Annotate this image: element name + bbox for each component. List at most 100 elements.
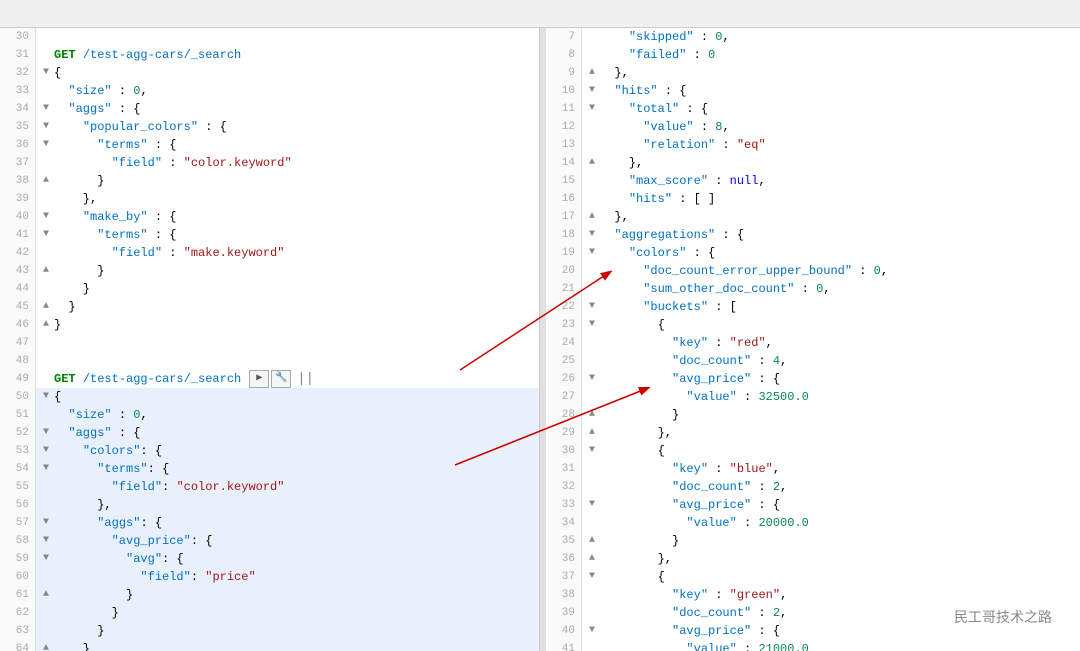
line-number: 36 xyxy=(0,136,36,154)
line-content: }, xyxy=(598,208,1080,226)
line-toggle[interactable]: ▼ xyxy=(586,622,598,640)
line-toggle[interactable]: ▼ xyxy=(40,100,52,118)
code-line: 64▲ } xyxy=(0,640,539,651)
line-toggle[interactable]: ▼ xyxy=(40,532,52,550)
line-toggle[interactable]: ▼ xyxy=(586,82,598,100)
line-number: 64 xyxy=(0,640,36,651)
code-line: 58▼ "avg_price": { xyxy=(0,532,539,550)
line-toggle[interactable]: ▼ xyxy=(586,568,598,586)
line-toggle[interactable]: ▼ xyxy=(586,442,598,460)
line-content: "avg": { xyxy=(52,550,539,568)
line-toggle[interactable]: ▲ xyxy=(40,298,52,316)
line-number: 40 xyxy=(546,622,582,640)
line-toggle[interactable]: ▲ xyxy=(586,64,598,82)
line-number: 18 xyxy=(546,226,582,244)
line-toggle[interactable]: ▲ xyxy=(40,172,52,190)
line-content: "size" : 0, xyxy=(52,406,539,424)
line-toggle[interactable]: ▼ xyxy=(40,208,52,226)
line-content: } xyxy=(52,262,539,280)
line-number: 28 xyxy=(546,406,582,424)
code-line: 47 xyxy=(0,334,539,352)
line-number: 22 xyxy=(546,298,582,316)
line-toggle[interactable]: ▼ xyxy=(586,496,598,514)
line-number: 25 xyxy=(546,352,582,370)
line-toggle[interactable]: ▼ xyxy=(586,370,598,388)
line-number: 16 xyxy=(546,190,582,208)
menu-settings[interactable] xyxy=(24,12,40,16)
line-toggle[interactable]: ▲ xyxy=(40,640,52,651)
code-line: 35▼ "popular_colors" : { xyxy=(0,118,539,136)
line-toggle[interactable]: ▼ xyxy=(40,442,52,460)
line-number: 29 xyxy=(546,424,582,442)
line-toggle[interactable]: ▲ xyxy=(586,550,598,568)
line-toggle[interactable]: ▼ xyxy=(40,424,52,442)
line-number: 17 xyxy=(546,208,582,226)
code-line: 33 "size" : 0, xyxy=(0,82,539,100)
code-line: 19▼ "colors" : { xyxy=(546,244,1080,262)
line-toggle[interactable]: ▲ xyxy=(586,208,598,226)
line-toggle[interactable]: ▲ xyxy=(586,424,598,442)
line-toggle[interactable]: ▼ xyxy=(586,100,598,118)
line-number: 35 xyxy=(546,532,582,550)
line-toggle[interactable]: ▼ xyxy=(40,388,52,406)
line-toggle[interactable]: ▼ xyxy=(40,118,52,136)
line-content: GET /test-agg-cars/_search xyxy=(52,46,539,64)
line-toggle[interactable]: ▼ xyxy=(586,316,598,334)
code-line: 53▼ "colors": { xyxy=(0,442,539,460)
line-toggle[interactable]: ▲ xyxy=(586,406,598,424)
line-content: } xyxy=(52,622,539,640)
line-content: } xyxy=(52,586,539,604)
code-line: 44 } xyxy=(0,280,539,298)
menu-history[interactable] xyxy=(8,12,24,16)
code-line: 43▲ } xyxy=(0,262,539,280)
line-toggle[interactable]: ▲ xyxy=(40,262,52,280)
code-line: 25 "doc_count" : 4, xyxy=(546,352,1080,370)
line-number: 19 xyxy=(546,244,582,262)
run-button[interactable]: ▶ xyxy=(249,370,269,388)
menu-help[interactable] xyxy=(40,12,56,16)
left-panel[interactable]: 3031GET /test-agg-cars/_search32▼{33 "si… xyxy=(0,28,540,651)
line-number: 37 xyxy=(546,568,582,586)
line-content: } xyxy=(52,604,539,622)
code-line: 49GET /test-agg-cars/_search▶🔧|| xyxy=(0,370,539,388)
line-toggle[interactable]: ▼ xyxy=(586,298,598,316)
right-panel[interactable]: 7 "skipped" : 0,8 "failed" : 09▲ },10▼ "… xyxy=(546,28,1080,651)
code-line: 63 } xyxy=(0,622,539,640)
wrench-button[interactable]: 🔧 xyxy=(271,370,291,388)
line-number: 13 xyxy=(546,136,582,154)
line-toggle[interactable]: ▼ xyxy=(586,226,598,244)
line-number: 31 xyxy=(0,46,36,64)
code-line: 30 xyxy=(0,28,539,46)
line-toggle[interactable]: ▲ xyxy=(40,586,52,604)
line-number: 21 xyxy=(546,280,582,298)
line-content: "field": "color.keyword" xyxy=(52,478,539,496)
code-line: 9▲ }, xyxy=(546,64,1080,82)
line-content: }, xyxy=(598,64,1080,82)
line-toggle[interactable]: ▼ xyxy=(40,460,52,478)
line-content: "terms": { xyxy=(52,460,539,478)
code-line: 37▼ { xyxy=(546,568,1080,586)
line-content: } xyxy=(52,280,539,298)
line-content: { xyxy=(52,388,539,406)
line-toggle[interactable]: ▲ xyxy=(586,532,598,550)
line-toggle[interactable]: ▼ xyxy=(40,136,52,154)
line-content: "key" : "green", xyxy=(598,586,1080,604)
line-toggle[interactable]: ▼ xyxy=(40,550,52,568)
code-line: 59▼ "avg": { xyxy=(0,550,539,568)
line-toggle[interactable]: ▼ xyxy=(40,226,52,244)
code-line: 35▲ } xyxy=(546,532,1080,550)
line-toggle[interactable]: ▼ xyxy=(586,244,598,262)
line-number: 57 xyxy=(0,514,36,532)
code-line: 26▼ "avg_price" : { xyxy=(546,370,1080,388)
line-number: 40 xyxy=(0,208,36,226)
line-content: "terms" : { xyxy=(52,136,539,154)
line-content: }, xyxy=(52,190,539,208)
line-toggle[interactable]: ▼ xyxy=(40,64,52,82)
line-number: 20 xyxy=(546,262,582,280)
line-number: 23 xyxy=(546,316,582,334)
line-toggle[interactable]: ▼ xyxy=(40,514,52,532)
code-line: 45▲ } xyxy=(0,298,539,316)
line-toggle[interactable]: ▲ xyxy=(586,154,598,172)
code-line: 32 "doc_count" : 2, xyxy=(546,478,1080,496)
line-toggle[interactable]: ▲ xyxy=(40,316,52,334)
